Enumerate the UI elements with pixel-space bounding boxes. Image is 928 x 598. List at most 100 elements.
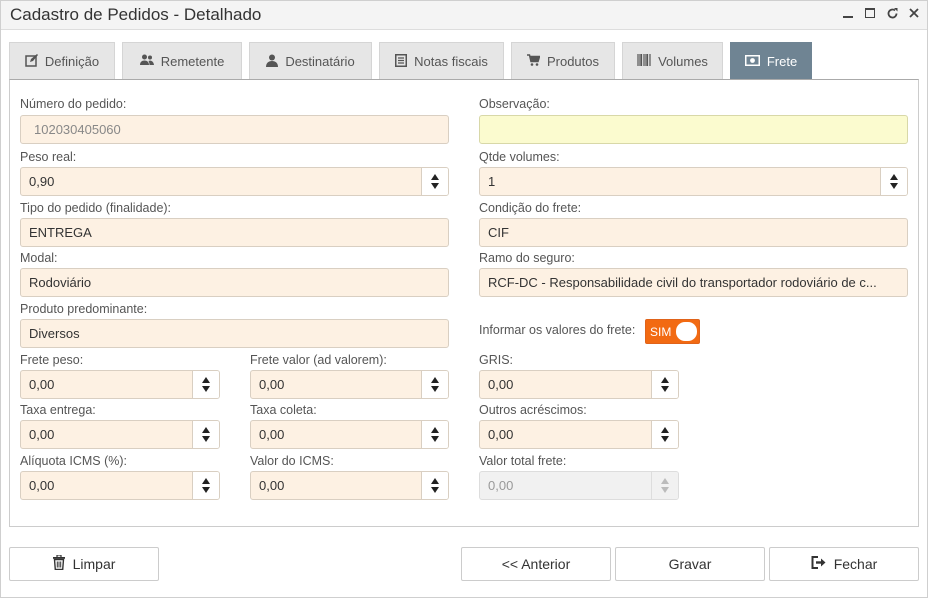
ramo-seguro-select[interactable]: RCF-DC - Responsabilidade civil do trans… — [479, 268, 908, 297]
numero-pedido-label: Número do pedido: — [20, 97, 127, 111]
informar-valores-toggle[interactable]: SIM — [645, 319, 700, 344]
taxa-coleta-stepper[interactable] — [421, 421, 448, 448]
limpar-button[interactable]: Limpar — [9, 547, 159, 581]
produto-predominante-label: Produto predominante: — [20, 302, 148, 316]
valor-icms-value: 0,00 — [259, 478, 285, 493]
taxa-entrega-field[interactable]: 0,00 — [20, 420, 220, 449]
minimize-icon[interactable] — [841, 5, 855, 21]
produto-predominante-value: Diversos — [29, 326, 80, 341]
frete-peso-stepper[interactable] — [192, 371, 219, 398]
close-icon[interactable] — [907, 5, 921, 21]
tab-bar: Definição Remetente Destinatário Notas f… — [9, 42, 819, 80]
qtde-volumes-stepper[interactable] — [880, 168, 907, 195]
user-icon — [266, 54, 279, 70]
title-bar: Cadastro de Pedidos - Detalhado — [1, 1, 927, 30]
valor-total-frete-value: 0,00 — [488, 478, 514, 493]
fechar-button[interactable]: Fechar — [769, 547, 919, 581]
tipo-pedido-select[interactable]: ENTREGA — [20, 218, 449, 247]
taxa-entrega-stepper[interactable] — [192, 421, 219, 448]
window-title: Cadastro de Pedidos - Detalhado — [10, 5, 262, 24]
tab-frete[interactable]: Frete — [730, 42, 812, 80]
qtde-volumes-label: Qtde volumes: — [479, 150, 560, 164]
aliquota-icms-field[interactable]: 0,00 — [20, 471, 220, 500]
valor-total-frete-label: Valor total frete: — [479, 454, 567, 468]
outros-acrescimos-stepper[interactable] — [651, 421, 678, 448]
order-window: Cadastro de Pedidos - Detalhado Definiçã… — [0, 0, 928, 598]
peso-real-stepper[interactable] — [421, 168, 448, 195]
frete-peso-label: Frete peso: — [20, 353, 84, 367]
tab-notas-fiscais[interactable]: Notas fiscais — [379, 42, 504, 80]
frete-valor-field[interactable]: 0,00 — [250, 370, 449, 399]
tab-label: Frete — [766, 54, 798, 69]
aliquota-icms-label: Alíquota ICMS (%): — [20, 454, 127, 468]
gris-label: GRIS: — [479, 353, 514, 367]
tab-definicao[interactable]: Definição — [9, 42, 115, 80]
tab-label: Definição — [44, 54, 100, 69]
valor-icms-label: Valor do ICMS: — [250, 454, 334, 468]
peso-real-field[interactable]: 0,90 — [20, 167, 449, 196]
produto-predominante-field[interactable]: Diversos — [20, 319, 449, 348]
gris-stepper[interactable] — [651, 371, 678, 398]
tab-remetente[interactable]: Remetente — [122, 42, 242, 80]
tab-produtos[interactable]: Produtos — [511, 42, 615, 80]
anterior-label: << Anterior — [501, 556, 571, 572]
maximize-icon[interactable] — [863, 5, 877, 21]
sign-out-icon — [811, 556, 826, 572]
fechar-label: Fechar — [833, 556, 878, 572]
informar-valores-label: Informar os valores do frete: — [479, 323, 636, 337]
taxa-entrega-value: 0,00 — [29, 427, 55, 442]
users-icon — [139, 54, 154, 69]
condicao-frete-select[interactable]: CIF — [479, 218, 908, 247]
qtde-volumes-field[interactable]: 1 — [479, 167, 908, 196]
document-list-icon — [395, 53, 408, 70]
condicao-frete-value: CIF — [488, 225, 509, 240]
gravar-button[interactable]: Gravar — [615, 547, 765, 581]
gris-field[interactable]: 0,00 — [479, 370, 679, 399]
toggle-knob — [676, 322, 697, 341]
outros-acrescimos-field[interactable]: 0,00 — [479, 420, 679, 449]
frete-valor-value: 0,00 — [259, 377, 285, 392]
aliquota-icms-stepper[interactable] — [192, 472, 219, 499]
tab-label: Remetente — [160, 54, 225, 69]
condicao-frete-label: Condição do frete: — [479, 201, 582, 215]
gris-value: 0,00 — [488, 377, 514, 392]
outros-acrescimos-label: Outros acréscimos: — [479, 403, 587, 417]
frete-peso-value: 0,00 — [29, 377, 55, 392]
modal-select[interactable]: Rodoviário — [20, 268, 449, 297]
numero-pedido-value: 102030405060 — [34, 122, 121, 137]
valor-total-frete-stepper — [651, 472, 678, 499]
frete-valor-stepper[interactable] — [421, 371, 448, 398]
tab-volumes[interactable]: Volumes — [622, 42, 723, 80]
peso-real-value: 0,90 — [29, 174, 55, 189]
taxa-entrega-label: Taxa entrega: — [20, 403, 96, 417]
valor-icms-stepper[interactable] — [421, 472, 448, 499]
anterior-button[interactable]: << Anterior — [461, 547, 611, 581]
frete-peso-field[interactable]: 0,00 — [20, 370, 220, 399]
aliquota-icms-value: 0,00 — [29, 478, 55, 493]
edit-icon — [25, 53, 38, 70]
tab-label: Destinatário — [285, 54, 355, 69]
cart-icon — [526, 54, 541, 69]
barcode-icon — [637, 54, 651, 69]
peso-real-label: Peso real: — [20, 150, 77, 164]
valor-total-frete-field: 0,00 — [479, 471, 679, 500]
refresh-icon[interactable] — [885, 5, 899, 21]
modal-value: Rodoviário — [29, 275, 92, 290]
taxa-coleta-label: Taxa coleta: — [250, 403, 317, 417]
valor-icms-field[interactable]: 0,00 — [250, 471, 449, 500]
gravar-label: Gravar — [668, 556, 712, 572]
money-icon — [744, 54, 760, 69]
tipo-pedido-label: Tipo do pedido (finalidade): — [20, 201, 172, 215]
limpar-label: Limpar — [72, 556, 116, 572]
tab-destinatario[interactable]: Destinatário — [249, 42, 372, 80]
ramo-seguro-value: RCF-DC - Responsabilidade civil do trans… — [488, 275, 877, 290]
observacao-field[interactable] — [479, 115, 908, 144]
tipo-pedido-value: ENTREGA — [29, 225, 92, 240]
toggle-label: SIM — [650, 324, 672, 339]
taxa-coleta-field[interactable]: 0,00 — [250, 420, 449, 449]
outros-acrescimos-value: 0,00 — [488, 427, 514, 442]
frete-valor-label: Frete valor (ad valorem): — [250, 353, 387, 367]
numero-pedido-field: 102030405060 — [20, 115, 449, 144]
qtde-volumes-value: 1 — [488, 174, 496, 189]
taxa-coleta-value: 0,00 — [259, 427, 285, 442]
